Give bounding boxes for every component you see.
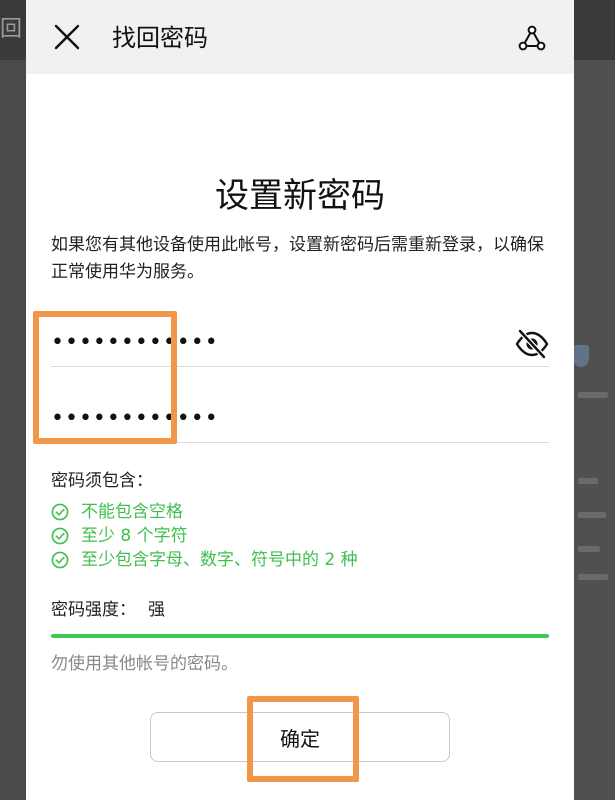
requirement-text: 至少包含字母、数字、符号中的 2 种 (81, 550, 358, 570)
requirement-item: 至少包含字母、数字、符号中的 2 种 (51, 548, 358, 572)
background-text-line (578, 512, 606, 518)
requirement-text: 不能包含空格 (81, 502, 183, 522)
close-icon (54, 24, 80, 50)
description-text: 如果您有其他设备使用此帐号，设置新密码后需重新登录，以确保正常使用华为服务。 (51, 235, 544, 282)
confirm-button-highlight (247, 696, 359, 782)
requirement-item: 至少 8 个字符 (51, 524, 188, 548)
close-button[interactable] (52, 22, 82, 52)
header-title: 找回密码 (112, 24, 208, 52)
dialog-header: 找回密码 (26, 0, 574, 74)
background-shield-icon (573, 345, 589, 367)
background-app-glyph: 回 (0, 18, 22, 42)
check-circle-icon (51, 503, 69, 521)
password-hint: 勿使用其他帐号的密码。 (51, 654, 238, 674)
page-title: 设置新密码 (215, 176, 385, 216)
strength-value: 强 (148, 600, 165, 620)
eye-off-icon (515, 329, 549, 359)
requirement-item: 不能包含空格 (51, 500, 183, 524)
strength-label: 密码强度： (51, 600, 136, 620)
check-circle-icon (51, 527, 69, 545)
strength-meter-fill (51, 634, 549, 638)
background-app-panel (574, 60, 615, 800)
strength-meter (51, 634, 549, 638)
reset-password-dialog: 找回密码 设置新密码 如果您有其他设备使用此帐号，设置新密码后需重新登录，以确保… (26, 0, 574, 800)
requirements-title: 密码须包含： (51, 471, 153, 491)
background-text-line (578, 574, 608, 580)
share-button[interactable] (516, 22, 548, 54)
password-strength: 密码强度： 强 (51, 597, 165, 623)
toggle-password-visibility-button[interactable] (514, 328, 550, 360)
requirement-text: 至少 8 个字符 (81, 526, 188, 546)
background-text-line (578, 546, 600, 552)
password-fields-highlight (33, 311, 177, 444)
background-text-line (578, 478, 598, 484)
check-circle-icon (51, 551, 69, 569)
share-icon (518, 25, 546, 51)
background-text-line (578, 392, 608, 398)
